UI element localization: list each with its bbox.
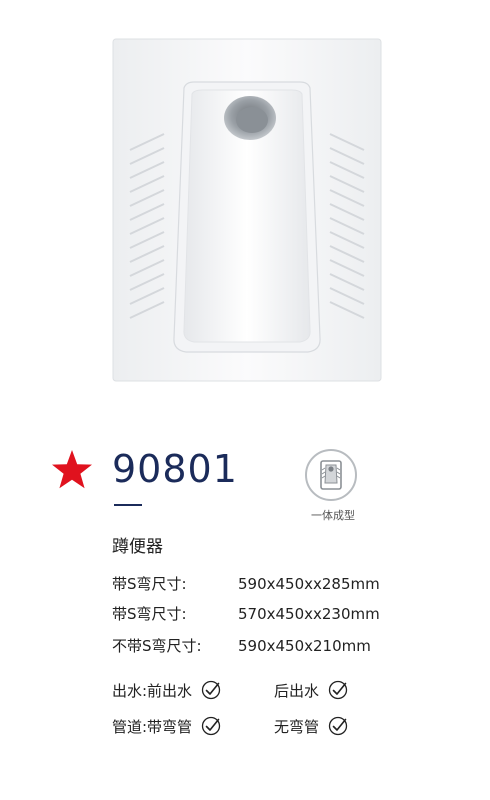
check-circle-icon (328, 716, 347, 736)
toilet-badge-icon (305, 449, 357, 501)
squat-toilet-image (112, 38, 382, 382)
spec-row: 带S弯尺寸: 570x450xx230mm (112, 602, 380, 626)
spec-value: 590x450x210mm (238, 637, 371, 655)
check-circle-icon (328, 680, 347, 700)
spec-label: 带S弯尺寸: (112, 605, 187, 623)
star-icon (52, 450, 92, 489)
pipe-option-row: 管道:带弯管 无弯管 (112, 714, 412, 740)
badge-label: 一体成型 (311, 509, 355, 522)
spec-row: 不带S弯尺寸: 590x450x210mm (112, 634, 371, 658)
pipe-label: 管道:带弯管 (112, 718, 193, 736)
spec-row: 带S弯尺寸: 590x450xx285mm (112, 572, 380, 596)
outlet-label: 出水:前出水 (112, 682, 193, 700)
outlet-option-row: 出水:前出水 后出水 (112, 678, 412, 704)
model-number: 90801 (112, 447, 238, 491)
product-name: 蹲便器 (112, 537, 163, 557)
spec-value: 590x450xx285mm (238, 575, 380, 593)
one-piece-badge: 一体成型 (300, 448, 366, 528)
outlet-second-option: 后出水 (274, 678, 348, 704)
spec-label: 带S弯尺寸: (112, 575, 187, 593)
pipe-second-label: 无弯管 (274, 718, 320, 736)
spec-label: 不带S弯尺寸: (112, 637, 202, 655)
spec-value: 570x450xx230mm (238, 605, 380, 623)
pipe-second-option: 无弯管 (274, 714, 348, 740)
outlet-second-label: 后出水 (274, 682, 320, 700)
model-underline (114, 504, 142, 506)
check-circle-icon (201, 716, 220, 736)
check-circle-icon (201, 680, 220, 700)
